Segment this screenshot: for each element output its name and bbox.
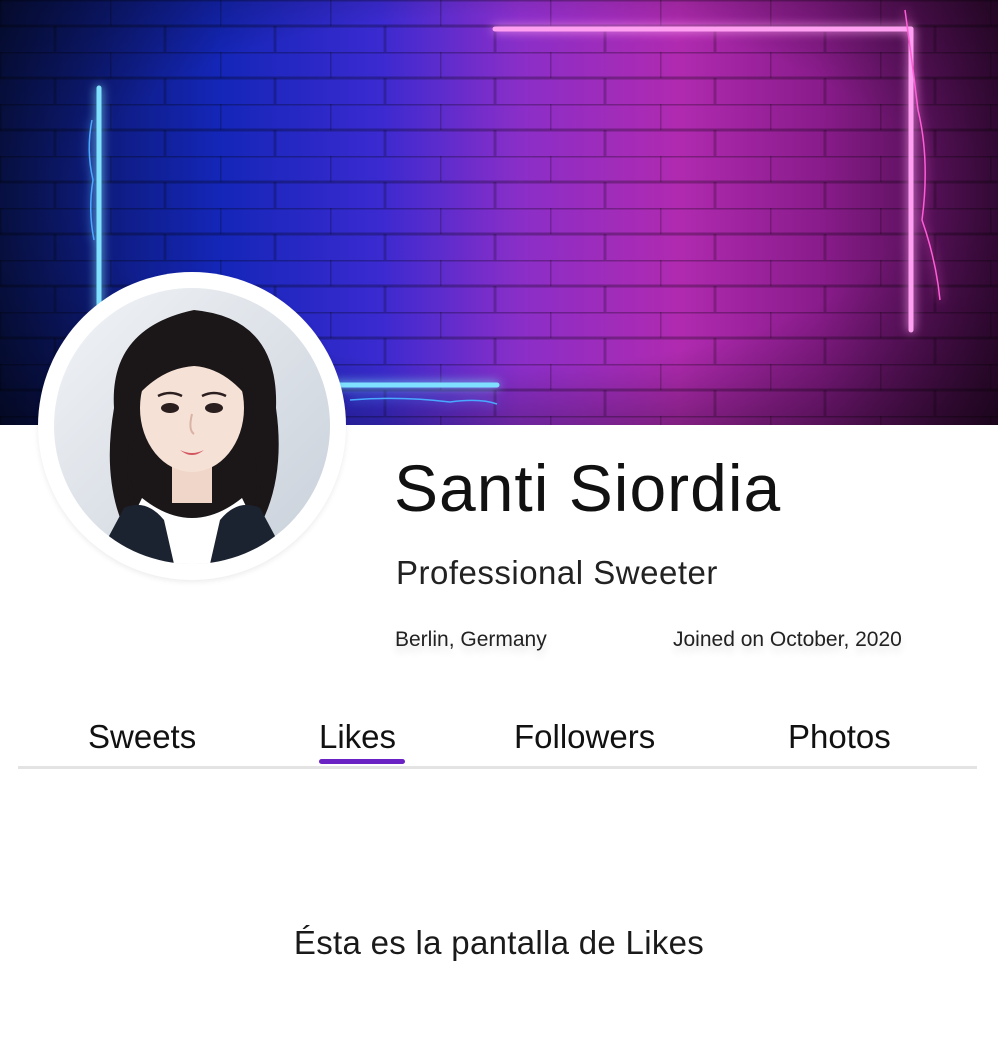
profile-location: Berlin, Germany	[395, 628, 547, 651]
active-tab-indicator	[319, 759, 405, 764]
profile-tabs: Sweets Likes Followers Photos	[18, 712, 977, 769]
avatar-portrait	[54, 288, 330, 564]
tab-likes[interactable]: Likes	[319, 712, 396, 766]
tab-photos[interactable]: Photos	[788, 712, 891, 766]
likes-screen-message: Ésta es la pantalla de Likes	[293, 924, 705, 961]
profile-name: Santi Siordia	[394, 451, 782, 525]
tab-followers[interactable]: Followers	[514, 712, 655, 766]
profile-bio: Professional Sweeter	[396, 554, 718, 591]
profile-joined-date: Joined on October, 2020	[673, 628, 902, 651]
tab-sweets[interactable]: Sweets	[88, 712, 196, 766]
avatar[interactable]	[38, 272, 346, 580]
